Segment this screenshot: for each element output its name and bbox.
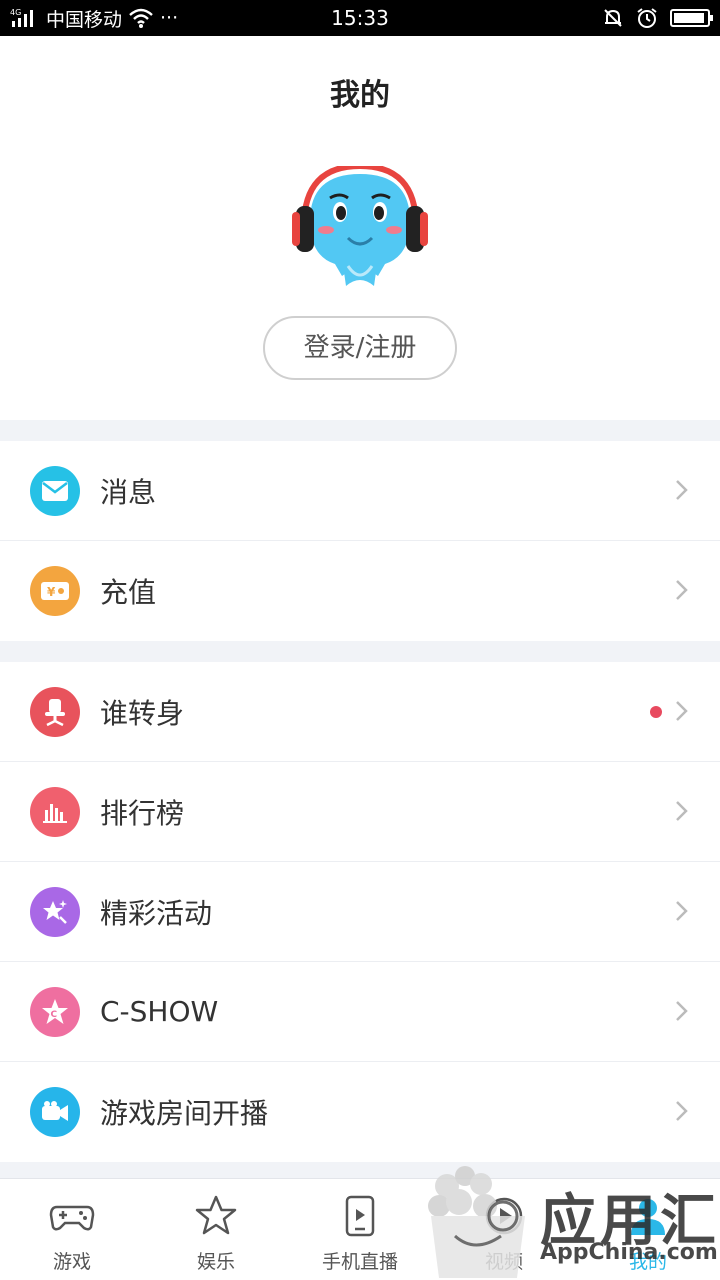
menu-item-events[interactable]: 精彩活动 <box>0 862 720 962</box>
page-title: 我的 <box>330 78 390 113</box>
menu-item-messages[interactable]: 消息 <box>0 441 720 541</box>
chevron-right-icon <box>676 801 688 821</box>
menu-item-game-room-live[interactable]: 游戏房间开播 <box>0 1062 720 1162</box>
watermark-logo-icon <box>428 1166 525 1278</box>
menu-item-label: 精彩活动 <box>100 896 213 930</box>
avatar[interactable] <box>290 166 430 296</box>
menu-item-label: 消息 <box>100 475 157 509</box>
silent-bell-icon <box>604 9 622 27</box>
menu-item-ranking[interactable]: 排行榜 <box>0 762 720 862</box>
chevron-right-icon <box>676 1001 688 1021</box>
menu-item-voice[interactable]: 谁转身 <box>0 662 720 762</box>
tab-label: 游戏 <box>52 1251 91 1273</box>
battery-icon <box>670 9 713 27</box>
status-bar: 4G 中国移动 ··· 15:33 <box>0 0 720 36</box>
mail-icon <box>30 466 80 516</box>
menu-item-label: 充值 <box>100 576 157 609</box>
menu-item-cshow[interactable]: C C-SHOW <box>0 962 720 1062</box>
tab-games[interactable]: 游戏 <box>0 1179 144 1280</box>
login-register-button[interactable]: 登录/注册 <box>263 316 457 380</box>
tab-entertainment[interactable]: 娱乐 <box>144 1179 288 1280</box>
gamepad-icon <box>49 1205 95 1231</box>
chevron-right-icon <box>676 480 688 500</box>
profile-header: 我的 登录/注册 <box>0 36 720 420</box>
star-icon <box>195 1195 237 1235</box>
menu-item-label: 谁转身 <box>100 696 185 730</box>
menu-item-label: 排行榜 <box>100 796 185 830</box>
alarm-icon <box>637 8 657 28</box>
tab-label: 娱乐 <box>196 1251 235 1273</box>
chevron-right-icon <box>676 1101 688 1121</box>
tab-mobile-live[interactable]: 手机直播 <box>288 1179 432 1280</box>
svg-text:C: C <box>51 1010 58 1020</box>
watermark-url: AppChina.com <box>540 1240 718 1265</box>
menu-group-account: 消息 ¥ 充值 <box>0 441 720 641</box>
notification-dot <box>650 706 662 718</box>
tab-label: 手机直播 <box>321 1251 398 1273</box>
menu-item-label: C-SHOW <box>100 995 219 1028</box>
bars-icon <box>30 787 80 837</box>
star-sparkle-icon <box>30 887 80 937</box>
menu-item-label: 游戏房间开播 <box>100 1097 269 1130</box>
star-c-icon: C <box>30 987 80 1037</box>
wallet-icon: ¥ <box>30 566 80 616</box>
chevron-right-icon <box>676 580 688 600</box>
menu-item-recharge[interactable]: ¥ 充值 <box>0 541 720 641</box>
chair-icon <box>30 687 80 737</box>
phone-play-icon <box>345 1195 375 1237</box>
menu-group-features: 谁转身 排行榜 精彩活动 C C-SHOW 游戏房间开播 <box>0 662 720 1162</box>
appchina-watermark: 应用汇 AppChina.com <box>425 1158 720 1280</box>
video-camera-icon <box>30 1087 80 1137</box>
chevron-right-icon <box>676 901 688 921</box>
chevron-right-icon <box>676 701 688 721</box>
svg-text:¥: ¥ <box>47 585 56 599</box>
